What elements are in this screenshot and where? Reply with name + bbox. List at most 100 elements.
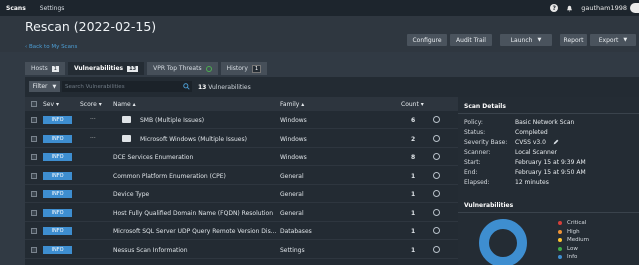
top-bar: Scans Settings ? gautham1998 (0, 0, 639, 16)
vulnerability-count: 1 (411, 191, 416, 198)
legend-dot (558, 255, 562, 259)
legend-item-high[interactable]: High (558, 229, 580, 235)
row-checkbox[interactable] (31, 228, 37, 234)
filter-button[interactable]: Filter ▼ (29, 81, 60, 92)
severity-badge: INFO (43, 227, 72, 235)
table-row[interactable]: INFO... Microsoft Windows (Multiple Issue… (25, 130, 477, 148)
tab-badge: 13 (127, 65, 139, 72)
legend-item-info[interactable]: Info (558, 254, 577, 260)
nav-settings[interactable]: Settings (40, 5, 65, 12)
vulnerability-count: 2 (411, 135, 416, 143)
score-value: ... (90, 132, 96, 140)
vulnerability-count: 1 (411, 246, 416, 254)
detail-label: End: (464, 169, 478, 176)
search-input[interactable] (62, 81, 192, 92)
divider (458, 212, 639, 213)
check-circle-icon[interactable] (433, 171, 440, 179)
check-circle-icon[interactable] (433, 227, 440, 234)
column-label: Sev (43, 101, 55, 108)
row-checkbox[interactable] (31, 246, 37, 253)
table-row[interactable]: INFO Nessus Scan Information Settings 1 (25, 241, 477, 259)
tab-hosts[interactable]: Hosts 1 (25, 62, 65, 75)
username[interactable]: gautham1998 (581, 4, 627, 12)
report-button[interactable]: Report (560, 34, 587, 46)
column-count[interactable]: Count ▾ (401, 101, 424, 108)
legend-dot (558, 238, 562, 242)
row-checkbox[interactable] (31, 117, 37, 123)
vulnerability-name[interactable]: Microsoft Windows (Multiple Issues) (140, 136, 247, 143)
legend-label: High (567, 228, 580, 235)
count-suffix: Vulnerabilities (208, 84, 251, 91)
severity-base-value: CVSS v3.0 (515, 139, 546, 146)
row-checkbox[interactable] (31, 209, 37, 216)
severity-badge: INFO (43, 245, 72, 254)
row-checkbox[interactable] (31, 135, 37, 142)
row-checkbox[interactable] (31, 191, 37, 197)
help-icon[interactable]: ? (550, 4, 559, 12)
detail-start: February 15 at 9:39 AM (515, 159, 586, 166)
vulnerability-name[interactable]: Device Type (113, 191, 149, 198)
check-circle-icon[interactable] (433, 245, 440, 253)
legend-dot (558, 229, 562, 234)
vulnerability-name[interactable]: Common Platform Enumeration (CPE) (113, 173, 226, 180)
legend-item-critical[interactable]: Critical (558, 220, 586, 226)
column-name[interactable]: Name ▴ (113, 101, 136, 108)
check-circle-icon[interactable] (433, 134, 440, 142)
table-row[interactable]: INFO Common Platform Enumeration (CPE) Gen… (25, 167, 477, 185)
page-title: Rescan (2022-02-15) (25, 19, 157, 34)
vulnerability-name[interactable]: Host Fully Qualified Domain Name (FQDN) … (113, 210, 273, 217)
configure-button[interactable]: Configure (407, 34, 447, 46)
vulnerability-name[interactable]: DCE Services Enumeration (113, 154, 193, 161)
avatar[interactable] (630, 3, 639, 13)
tab-label: History (226, 65, 248, 72)
nav-scans[interactable]: Scans (6, 5, 26, 12)
tab-history[interactable]: History 1 (220, 62, 268, 75)
vulnerability-count: 13 Vulnerabilities (198, 84, 251, 91)
column-family[interactable]: Family ▴ (280, 101, 304, 108)
vulnerability-name[interactable]: SMB (Multiple Issues) (140, 117, 204, 124)
table-row[interactable]: INFO Device Type General 1 (25, 185, 477, 203)
table-row[interactable]: INFO Host Fully Qualified Domain Name (FQ… (25, 204, 477, 222)
back-to-scans-link[interactable]: ‹ Back to My Scans (25, 44, 77, 50)
tab-badge: 1 (251, 64, 262, 73)
info-slice[interactable] (479, 219, 527, 265)
export-button[interactable]: Export ▼ (590, 34, 636, 46)
search-icon[interactable] (183, 83, 190, 90)
row-checkbox[interactable] (31, 172, 37, 179)
check-circle-icon[interactable] (433, 153, 440, 160)
table-row[interactable]: INFO... SMB (Multiple Issues) Windows 6 (25, 111, 477, 129)
chevron-down-icon: ▼ (623, 37, 628, 43)
check-circle-icon[interactable] (433, 190, 440, 197)
check-circle-icon[interactable] (433, 116, 440, 123)
bell-icon[interactable] (566, 5, 573, 12)
column-sev[interactable]: Sev ▾ (43, 101, 59, 108)
row-checkbox[interactable] (31, 154, 37, 160)
tab-label: Vulnerabilities (73, 65, 124, 72)
table-row[interactable]: INFO Microsoft SQL Server UDP Query Remot… (25, 222, 477, 240)
tab-vulnerabilities[interactable]: Vulnerabilities 13 (67, 62, 145, 75)
edit-icon[interactable] (553, 139, 559, 145)
vulnerability-count: 1 (411, 172, 416, 180)
table-row[interactable]: INFO DCE Services Enumeration Windows 8 (25, 148, 477, 166)
severity-badge: INFO (43, 208, 72, 217)
select-all-checkbox[interactable] (31, 101, 37, 107)
detail-status: Completed (515, 129, 548, 136)
audit-trail-button[interactable]: Audit Trail (450, 34, 492, 46)
vulnerability-name[interactable]: Nessus Scan Information (113, 247, 188, 254)
legend-item-medium[interactable]: Medium (558, 237, 589, 243)
detail-elapsed: 12 minutes (515, 179, 549, 186)
column-score[interactable]: Score ▾ (80, 101, 102, 108)
vulnerability-count: 1 (411, 228, 416, 235)
legend-label: Medium (567, 237, 589, 243)
legend-label: Info (567, 254, 578, 260)
vulnerabilities-donut-chart[interactable] (476, 216, 530, 265)
vulnerability-name[interactable]: Microsoft SQL Server UDP Query Remote Ve… (113, 228, 276, 235)
tab-vpr-top-threats[interactable]: VPR Top Threats (147, 62, 218, 75)
legend-label: Low (567, 245, 578, 252)
check-circle-icon[interactable] (433, 208, 440, 216)
launch-label: Launch (510, 36, 533, 44)
vpr-status-icon (205, 65, 212, 72)
launch-button[interactable]: Launch ▼ (500, 34, 552, 46)
detail-label: Elapsed: (464, 179, 490, 186)
legend-item-low[interactable]: Low (558, 246, 578, 252)
